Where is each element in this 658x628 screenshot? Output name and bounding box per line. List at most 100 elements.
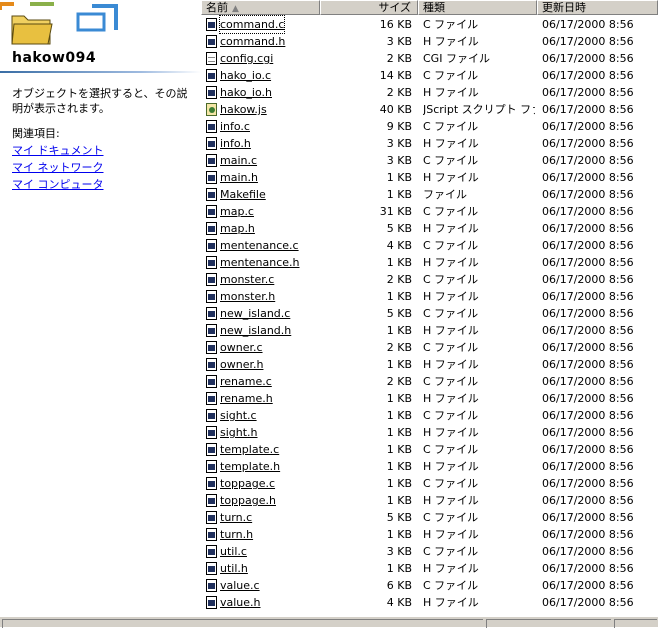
file-row[interactable]: map.h 5 KB H ファイル 06/17/2000 8:56	[201, 220, 658, 237]
source-file-icon	[206, 171, 217, 184]
file-name[interactable]: toppage.h	[220, 492, 276, 509]
file-name[interactable]: owner.c	[220, 339, 263, 356]
file-row[interactable]: rename.h 1 KB H ファイル 06/17/2000 8:56	[201, 390, 658, 407]
file-row[interactable]: main.h 1 KB H ファイル 06/17/2000 8:56	[201, 169, 658, 186]
file-list-view[interactable]: 名前 ▲ サイズ 種類 更新日時 command.c 16 KB C ファイル 06/1…	[201, 0, 658, 616]
folder-title: hakow094	[12, 50, 97, 66]
file-name[interactable]: monster.h	[220, 288, 275, 305]
file-name[interactable]: Makefile	[220, 186, 266, 203]
source-file-icon	[206, 35, 217, 48]
sort-ascending-icon: ▲	[232, 4, 239, 14]
file-name[interactable]: mentenance.c	[220, 237, 299, 254]
file-name[interactable]: template.c	[220, 441, 279, 458]
file-name[interactable]: owner.h	[220, 356, 263, 373]
file-size: 2 KB	[386, 273, 412, 286]
file-name[interactable]: sight.h	[220, 424, 258, 441]
file-name[interactable]: turn.c	[220, 509, 252, 526]
file-name[interactable]: rename.h	[220, 390, 273, 407]
file-date: 06/17/2000 8:56	[542, 188, 634, 201]
file-row[interactable]: new_island.h 1 KB H ファイル 06/17/2000 8:56	[201, 322, 658, 339]
file-row[interactable]: toppage.c 1 KB C ファイル 06/17/2000 8:56	[201, 475, 658, 492]
file-name[interactable]: new_island.h	[220, 322, 291, 339]
file-row[interactable]: info.h 3 KB H ファイル 06/17/2000 8:56	[201, 135, 658, 152]
file-name[interactable]: command.h	[220, 33, 285, 50]
file-name[interactable]: util.h	[220, 560, 248, 577]
file-name[interactable]: turn.h	[220, 526, 253, 543]
file-row[interactable]: monster.c 2 KB C ファイル 06/17/2000 8:56	[201, 271, 658, 288]
file-row[interactable]: config.cgi 2 KB CGI ファイル 06/17/2000 8:56	[201, 50, 658, 67]
file-name[interactable]: new_island.c	[220, 305, 290, 322]
file-row[interactable]: command.h 3 KB H ファイル 06/17/2000 8:56	[201, 33, 658, 50]
source-file-icon	[206, 324, 217, 337]
file-type: JScript スクリプト ファ...	[423, 103, 535, 116]
file-date: 06/17/2000 8:56	[542, 443, 634, 456]
link-my-computer[interactable]: マイ コンピュータ	[12, 176, 104, 193]
file-name[interactable]: rename.c	[220, 373, 272, 390]
file-type: C ファイル	[423, 477, 479, 490]
file-row[interactable]: toppage.h 1 KB H ファイル 06/17/2000 8:56	[201, 492, 658, 509]
file-row[interactable]: rename.c 2 KB C ファイル 06/17/2000 8:56	[201, 373, 658, 390]
file-row[interactable]: util.h 1 KB H ファイル 06/17/2000 8:56	[201, 560, 658, 577]
column-header-size[interactable]: サイズ	[320, 0, 418, 15]
file-row[interactable]: Makefile 1 KB ファイル 06/17/2000 8:56	[201, 186, 658, 203]
file-name[interactable]: hakow.js	[220, 101, 267, 118]
file-row[interactable]: turn.h 1 KB H ファイル 06/17/2000 8:56	[201, 526, 658, 543]
file-name[interactable]: main.c	[220, 152, 257, 169]
file-name[interactable]: command.c	[218, 15, 286, 34]
file-row[interactable]: value.h 4 KB H ファイル 06/17/2000 8:56	[201, 594, 658, 611]
file-row[interactable]: hako_io.h 2 KB H ファイル 06/17/2000 8:56	[201, 84, 658, 101]
file-name[interactable]: value.c	[220, 577, 260, 594]
file-row[interactable]: owner.h 1 KB H ファイル 06/17/2000 8:56	[201, 356, 658, 373]
file-size: 1 KB	[386, 188, 412, 201]
file-row[interactable]: map.c 31 KB C ファイル 06/17/2000 8:56	[201, 203, 658, 220]
file-row[interactable]: value.c 6 KB C ファイル 06/17/2000 8:56	[201, 577, 658, 594]
file-name[interactable]: mentenance.h	[220, 254, 300, 271]
file-name[interactable]: monster.c	[220, 271, 274, 288]
file-name[interactable]: info.c	[220, 118, 250, 135]
file-name[interactable]: hako_io.h	[220, 84, 272, 101]
file-type: H ファイル	[423, 528, 479, 541]
file-name[interactable]: main.h	[220, 169, 258, 186]
file-row[interactable]: new_island.c 5 KB C ファイル 06/17/2000 8:56	[201, 305, 658, 322]
file-name[interactable]: config.cgi	[220, 50, 273, 67]
file-date: 06/17/2000 8:56	[542, 273, 634, 286]
file-row[interactable]: sight.h 1 KB H ファイル 06/17/2000 8:56	[201, 424, 658, 441]
file-row[interactable]: hakow.js 40 KB JScript スクリプト ファ... 06/17/20…	[201, 101, 658, 118]
file-row[interactable]: mentenance.h 1 KB H ファイル 06/17/2000 8:56	[201, 254, 658, 271]
file-date: 06/17/2000 8:56	[542, 409, 634, 422]
file-row[interactable]: util.c 3 KB C ファイル 06/17/2000 8:56	[201, 543, 658, 560]
file-row[interactable]: sight.c 1 KB C ファイル 06/17/2000 8:56	[201, 407, 658, 424]
link-my-documents[interactable]: マイ ドキュメント	[12, 142, 104, 159]
file-row[interactable]: template.h 1 KB H ファイル 06/17/2000 8:56	[201, 458, 658, 475]
file-row[interactable]: hako_io.c 14 KB C ファイル 06/17/2000 8:56	[201, 67, 658, 84]
column-header-type[interactable]: 種類	[418, 0, 537, 15]
column-header-name[interactable]: 名前 ▲	[201, 0, 320, 15]
file-name[interactable]: sight.c	[220, 407, 257, 424]
file-size: 1 KB	[386, 324, 412, 337]
file-date: 06/17/2000 8:56	[542, 171, 634, 184]
column-header-date[interactable]: 更新日時	[537, 0, 658, 15]
file-row[interactable]: info.c 9 KB C ファイル 06/17/2000 8:56	[201, 118, 658, 135]
file-name[interactable]: util.c	[220, 543, 247, 560]
file-name[interactable]: toppage.c	[220, 475, 275, 492]
file-name[interactable]: map.h	[220, 220, 255, 237]
source-file-icon	[206, 205, 217, 218]
related-links: マイ ドキュメント マイ ネットワーク マイ コンピュータ	[12, 142, 104, 193]
file-row[interactable]: turn.c 5 KB C ファイル 06/17/2000 8:56	[201, 509, 658, 526]
file-name[interactable]: info.h	[220, 135, 251, 152]
link-my-network[interactable]: マイ ネットワーク	[12, 159, 104, 176]
file-name[interactable]: template.h	[220, 458, 280, 475]
file-row[interactable]: owner.c 2 KB C ファイル 06/17/2000 8:56	[201, 339, 658, 356]
status-cell-zone	[614, 619, 657, 628]
file-name[interactable]: map.c	[220, 203, 254, 220]
file-name[interactable]: hako_io.c	[220, 67, 271, 84]
file-row[interactable]: mentenance.c 4 KB C ファイル 06/17/2000 8:56	[201, 237, 658, 254]
file-row[interactable]: monster.h 1 KB H ファイル 06/17/2000 8:56	[201, 288, 658, 305]
file-row[interactable]: template.c 1 KB C ファイル 06/17/2000 8:56	[201, 441, 658, 458]
file-row[interactable]: command.c 16 KB C ファイル 06/17/2000 8:56	[201, 15, 658, 34]
file-row[interactable]: main.c 3 KB C ファイル 06/17/2000 8:56	[201, 152, 658, 169]
file-date: 06/17/2000 8:56	[542, 290, 634, 303]
file-name[interactable]: value.h	[220, 594, 261, 611]
file-size: 4 KB	[386, 239, 412, 252]
file-size: 1 KB	[386, 562, 412, 575]
